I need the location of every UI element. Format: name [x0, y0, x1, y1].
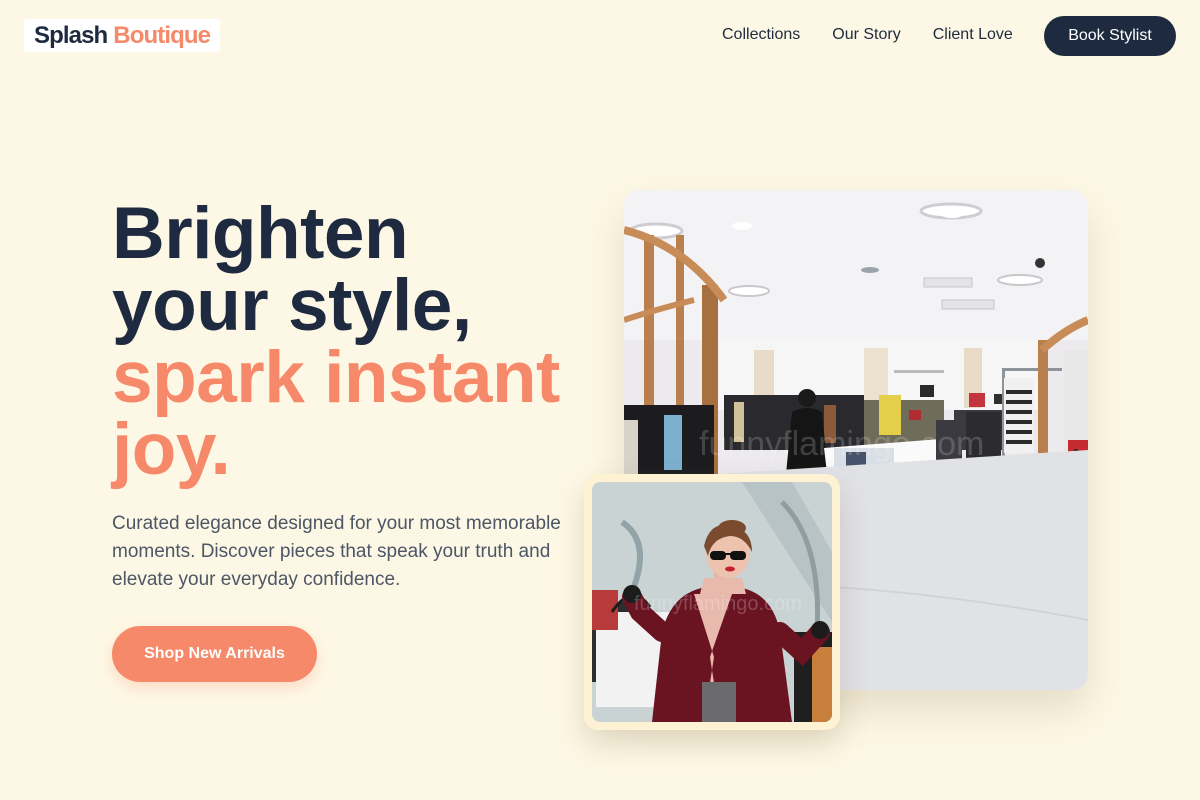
- headline-accent-line-2: joy.: [112, 409, 231, 490]
- nav-link-our-story[interactable]: Our Story: [832, 25, 900, 45]
- hero-headline: Brighten your style, spark instant joy.: [112, 193, 592, 490]
- logo-accent-text: Boutique: [113, 21, 211, 49]
- main-nav: Collections Our Story Client Love: [722, 25, 1013, 45]
- headline-accent-line-1: spark instant: [112, 337, 560, 418]
- headline-line-1: Brighten: [112, 193, 409, 274]
- woman-watermark-text: funnyflamingo.com: [634, 593, 802, 615]
- featured-model-photo-frame: funnyflamingo.com: [584, 474, 840, 730]
- shop-new-arrivals-button[interactable]: Shop New Arrivals: [112, 626, 317, 682]
- logo[interactable]: Splash Boutique: [24, 19, 221, 52]
- featured-model-image: funnyflamingo.com: [592, 482, 832, 722]
- store-watermark-text: funnyflamingo.com: [699, 425, 984, 463]
- nav-link-collections[interactable]: Collections: [722, 25, 800, 45]
- book-stylist-button[interactable]: Book Stylist: [1044, 16, 1176, 56]
- page: Splash Boutique Collections Our Story Cli…: [0, 0, 1200, 800]
- hero-subtext: Curated elegance designed for your most …: [112, 513, 561, 590]
- logo-main-text: Splash: [34, 21, 108, 49]
- headline-line-2: your style,: [112, 265, 472, 346]
- nav-link-client-love[interactable]: Client Love: [933, 25, 1013, 45]
